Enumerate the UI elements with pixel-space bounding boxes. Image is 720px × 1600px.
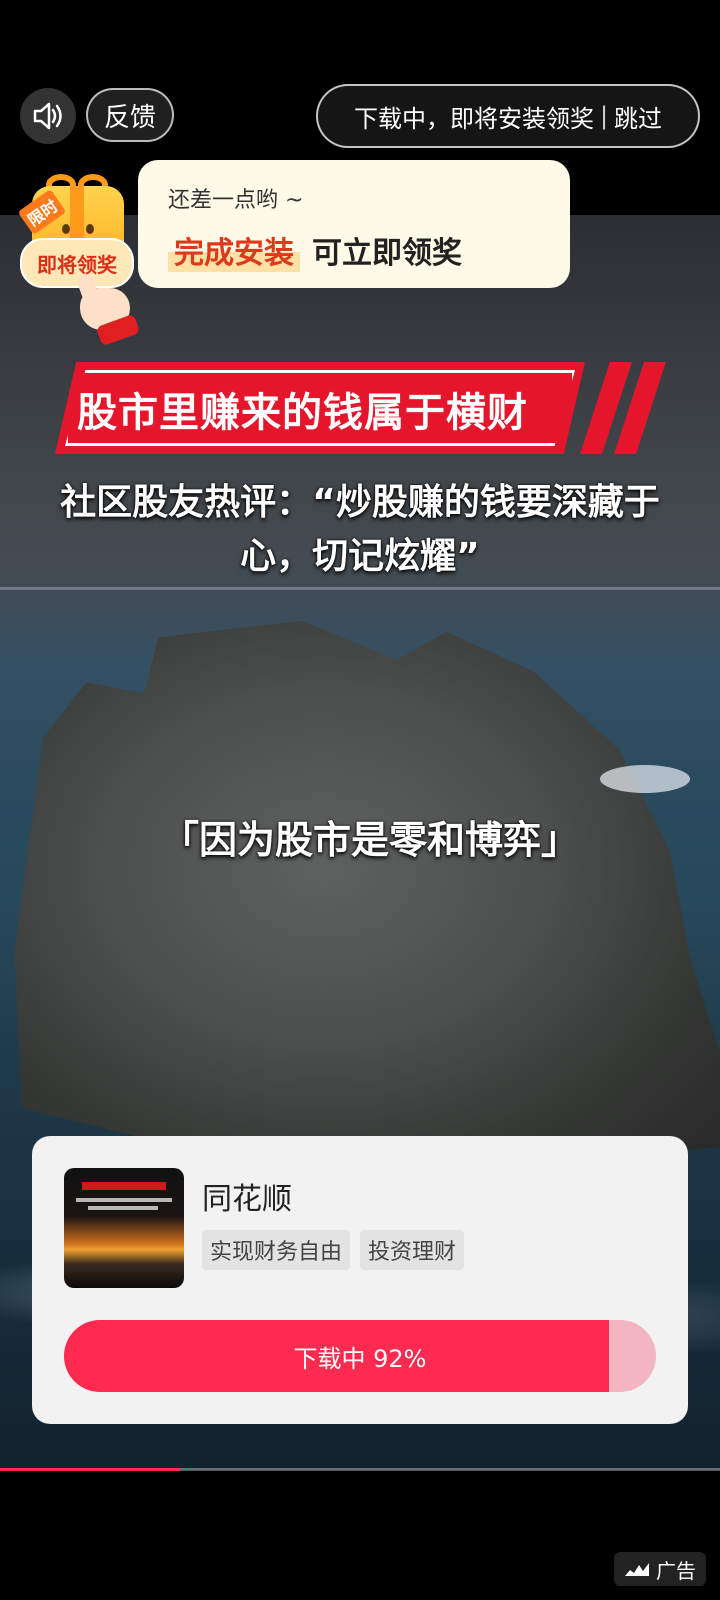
video-title-banner: 股市里赚来的钱属于横财: [55, 362, 666, 454]
reward-prompt: 限时 即将领奖 还差一点哟 ~ 完成安装 可立即领奖: [10, 160, 610, 350]
app-tags: 实现财务自由 投资理财: [202, 1230, 465, 1270]
speaker-icon: [33, 102, 62, 130]
wave-foam: [600, 765, 690, 793]
app-thumbnail[interactable]: [64, 1168, 184, 1288]
thumbnail-text-line: [88, 1206, 158, 1210]
video-caption: 「因为股市是零和博弈」: [160, 818, 579, 862]
video-progress-bar[interactable]: [0, 1468, 720, 1471]
gift-eye: [86, 224, 94, 234]
reward-hint: 还差一点哟 ~: [168, 188, 304, 213]
app-tag: 实现财务自由: [202, 1230, 351, 1270]
app-tag: 投资理财: [360, 1230, 465, 1270]
feedback-button[interactable]: 反馈: [86, 88, 175, 142]
download-progress-label: 下载中 92%: [293, 1344, 427, 1373]
download-status-text: 下载中，即将安装领奖: [353, 104, 594, 133]
app-download-card[interactable]: 同花顺 实现财务自由 投资理财 下载中 92%: [32, 1136, 688, 1424]
app-name: 同花顺: [202, 1182, 292, 1217]
sound-toggle-button[interactable]: [20, 88, 76, 144]
chart-logo-icon: [625, 1563, 649, 1576]
thumbnail-banner: [82, 1182, 166, 1190]
video-progress-fill: [0, 1468, 180, 1471]
video-subtitle: 社区股友热评：“炒股赚的钱要深藏于心，切记炫耀”: [60, 482, 660, 577]
ad-badge: 广告: [614, 1552, 706, 1586]
reward-bubble[interactable]: 还差一点哟 ~ 完成安装 可立即领奖: [138, 160, 570, 288]
sea-rock-image: [14, 620, 720, 1164]
gift-eye: [62, 224, 70, 234]
banner-title: 股市里赚来的钱属于横财: [77, 390, 528, 436]
horizon-line: [0, 587, 720, 590]
download-progress-button[interactable]: 下载中 92%: [64, 1320, 656, 1392]
reward-rest: 可立即领奖: [312, 236, 462, 271]
top-bar: 反馈 下载中，即将安装领奖 | 跳过: [20, 84, 700, 148]
skip-button[interactable]: 跳过: [614, 99, 662, 134]
separator: |: [599, 102, 609, 130]
reward-cta: 完成安装 可立即领奖: [168, 228, 540, 272]
reward-highlight: 完成安装: [168, 228, 300, 272]
ad-label: 广告: [656, 1558, 696, 1583]
download-skip-box: 下载中，即将安装领奖 | 跳过: [316, 84, 700, 148]
thumbnail-text-line: [76, 1198, 172, 1202]
pointing-hand-icon: [70, 272, 141, 347]
